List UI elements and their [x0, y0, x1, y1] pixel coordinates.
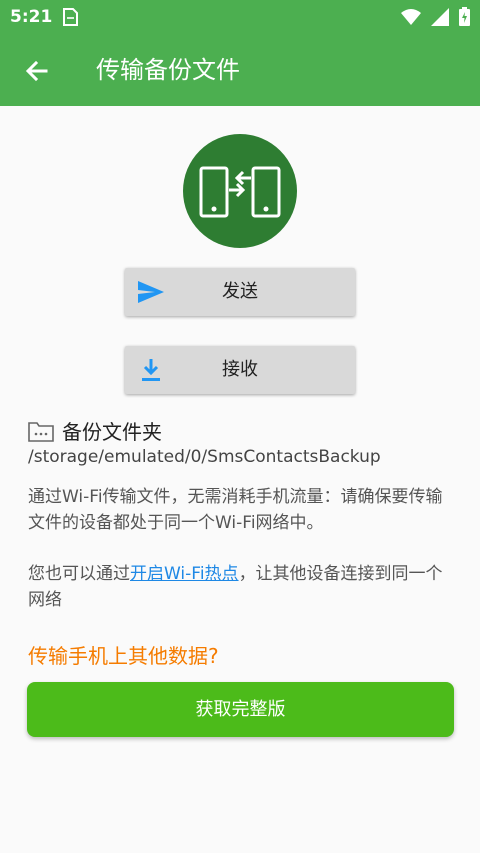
hotspot-notice: 您也可以通过开启Wi-Fi热点，让其他设备连接到同一个网络 — [28, 561, 456, 613]
hotspot-prefix: 您也可以通过 — [28, 564, 130, 584]
wifi-notice: 通过Wi-Fi传输文件，无需消耗手机流量：请确保要传输文件的设备都处于同一个Wi… — [28, 487, 443, 533]
promo-text: 传输手机上其他数据? — [28, 644, 219, 668]
backup-folder-title: 备份文件夹 — [62, 420, 162, 444]
status-time: 5:21 — [10, 7, 53, 27]
backup-folder-header: 备份文件夹 — [28, 416, 162, 445]
sd-card-icon — [63, 8, 78, 26]
battery-charging-icon — [459, 7, 470, 26]
status-bar: 5:21 — [0, 0, 480, 34]
phone-transfer-icon — [183, 134, 297, 248]
send-button[interactable]: 发送 — [125, 268, 355, 316]
app-bar: 传输备份文件 — [0, 34, 480, 106]
get-full-version-button[interactable]: 获取完整版 — [27, 682, 454, 737]
folder-icon — [28, 421, 54, 442]
hotspot-link[interactable]: 开启Wi-Fi热点 — [130, 564, 239, 584]
page-title: 传输备份文件 — [96, 56, 240, 84]
wifi-icon — [401, 8, 421, 25]
get-full-version-label: 获取完整版 — [195, 699, 286, 720]
status-icons — [401, 7, 470, 26]
signal-icon — [431, 7, 449, 26]
backup-folder-path: /storage/emulated/0/SmsContactsBackup — [28, 447, 381, 467]
receive-button-label: 接收 — [222, 359, 258, 380]
receive-button[interactable]: 接收 — [125, 346, 355, 394]
send-button-label: 发送 — [222, 281, 258, 302]
arrow-left-icon[interactable] — [22, 56, 52, 86]
